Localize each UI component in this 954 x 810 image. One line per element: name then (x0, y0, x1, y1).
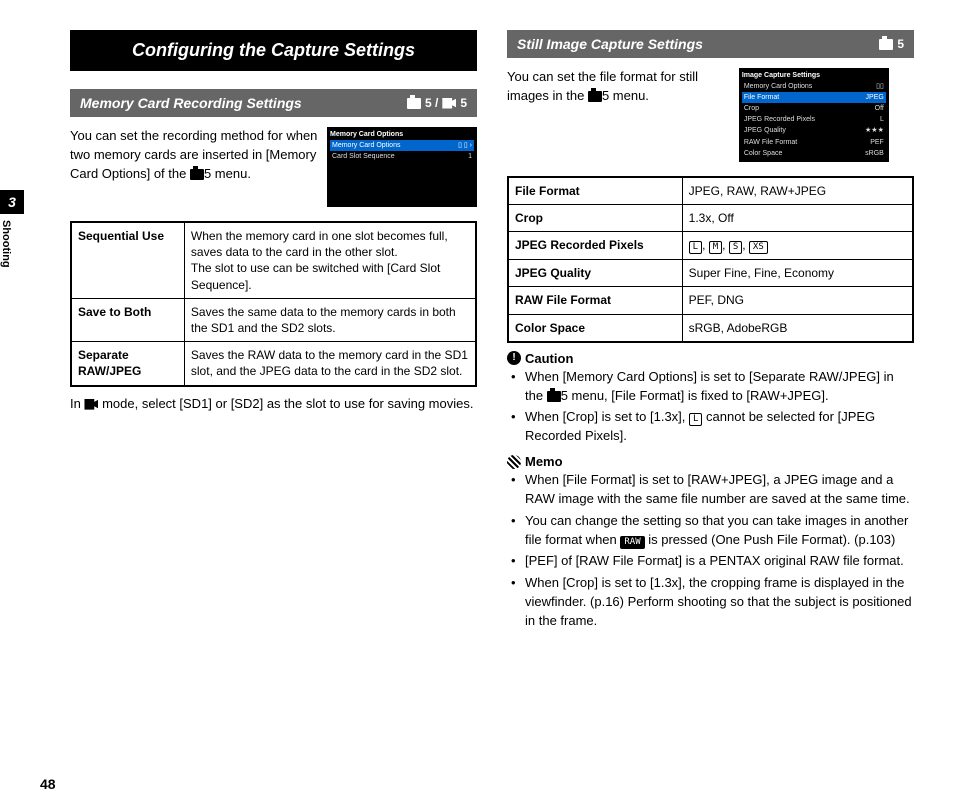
pixel-sizes: L, M, S, XS (682, 232, 913, 260)
movie-icon (84, 399, 98, 410)
section-title: Still Image Capture Settings (517, 36, 703, 52)
list-item: When [Crop] is set to [1.3x], L cannot b… (521, 408, 914, 446)
movie-slot-note: In mode, select [SD1] or [SD2] as the sl… (70, 395, 477, 414)
caution-list: When [Memory Card Options] is set to [Se… (507, 368, 914, 446)
manual-page: 3 Shooting Configuring the Capture Setti… (0, 0, 954, 810)
section-menu-ref: 5 / 5 (407, 96, 467, 110)
camera-icon (547, 391, 561, 402)
intro-text: You can set the file format for still im… (507, 68, 731, 106)
memo-list: When [File Format] is set to [RAW+JPEG],… (507, 471, 914, 631)
capture-settings-table: File FormatJPEG, RAW, RAW+JPEG Crop1.3x,… (507, 176, 914, 343)
camera-icon (588, 91, 602, 102)
chapter-label: Shooting (0, 214, 12, 294)
camera-icon (879, 39, 893, 50)
list-item: When [Crop] is set to [1.3x], the croppi… (521, 574, 914, 631)
list-item: [PEF] of [RAW File Format] is a PENTAX o… (521, 552, 914, 571)
page-number: 48 (40, 776, 56, 792)
left-column: Configuring the Capture Settings Memory … (70, 30, 477, 810)
list-item: When [Memory Card Options] is set to [Se… (521, 368, 914, 406)
caution-heading: !Caution (507, 351, 914, 366)
chapter-title: Configuring the Capture Settings (70, 30, 477, 71)
section-bar-memory: Memory Card Recording Settings 5 / 5 (70, 89, 477, 117)
section-menu-ref: 5 (879, 37, 904, 51)
intro-text: You can set the recording method for whe… (70, 127, 319, 184)
camera-icon (190, 169, 204, 180)
movie-icon (442, 98, 456, 109)
menu-screenshot-capture: Image Capture Settings Memory Card Optio… (739, 68, 889, 162)
right-column: Still Image Capture Settings 5 You can s… (507, 30, 914, 810)
list-item: You can change the setting so that you c… (521, 512, 914, 550)
list-item: When [File Format] is set to [RAW+JPEG],… (521, 471, 914, 509)
section-title: Memory Card Recording Settings (80, 95, 302, 111)
caution-icon: ! (507, 351, 521, 365)
menu-screenshot-memory: Memory Card Options Memory Card Options▯… (327, 127, 477, 207)
chapter-number: 3 (0, 190, 24, 214)
chapter-tab: 3 Shooting (0, 190, 24, 300)
memo-icon (507, 455, 521, 469)
section-bar-still: Still Image Capture Settings 5 (507, 30, 914, 58)
camera-icon (407, 98, 421, 109)
memo-heading: Memo (507, 454, 914, 469)
memory-options-table: Sequential UseWhen the memory card in on… (70, 221, 477, 387)
